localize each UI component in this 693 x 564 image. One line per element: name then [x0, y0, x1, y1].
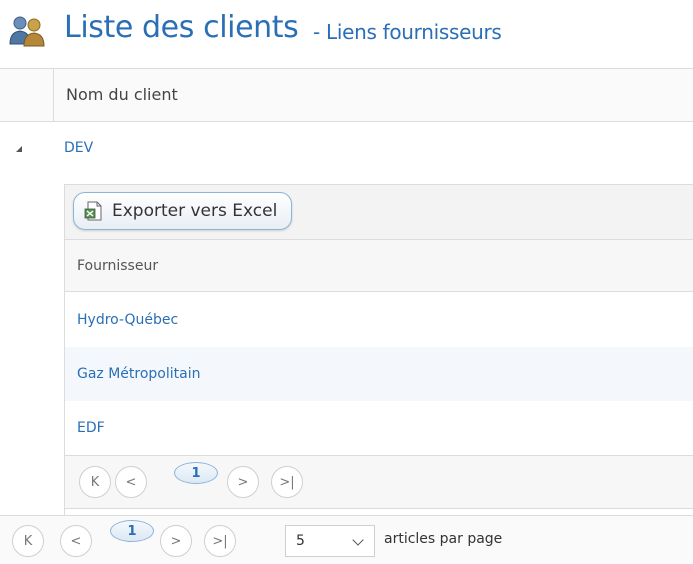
first-page-button[interactable]: K [12, 525, 44, 557]
page-header: Liste des clients - Liens fournisseurs [0, 0, 693, 66]
next-page-button[interactable]: > [160, 525, 192, 557]
table-row[interactable]: EDF [65, 401, 693, 455]
collapse-arrow-icon[interactable] [16, 146, 22, 152]
previous-page-button[interactable]: < [115, 466, 147, 498]
column-header-client-name[interactable]: Nom du client [53, 69, 693, 121]
detail-grid: Exporter vers Excel Fournisseur Hydro-Qu… [64, 184, 693, 515]
page-size-label: articles par page [384, 531, 503, 547]
last-page-button[interactable]: >| [204, 525, 236, 557]
page-size-value: 5 [296, 533, 305, 549]
detail-toolbar: Exporter vers Excel [65, 185, 693, 240]
group-row-dev[interactable]: DEV [64, 140, 93, 156]
detail-pager: K < 1 > >| [65, 455, 693, 509]
page-number-button[interactable]: 1 [174, 462, 218, 484]
export-excel-button[interactable]: Exporter vers Excel [73, 192, 293, 230]
page-subtitle: - Liens fournisseurs [313, 20, 502, 44]
excel-icon [84, 201, 102, 221]
first-page-button[interactable]: K [79, 466, 111, 498]
page-size-select[interactable]: 5 [285, 525, 375, 557]
users-icon [9, 16, 45, 47]
last-page-button[interactable]: >| [271, 466, 303, 498]
column-header-supplier[interactable]: Fournisseur [65, 240, 693, 292]
previous-page-button[interactable]: < [60, 525, 92, 557]
table-row[interactable]: Gaz Métropolitain [65, 347, 693, 401]
export-excel-label: Exporter vers Excel [112, 201, 278, 221]
page-title: Liste des clients [64, 10, 299, 45]
next-page-button[interactable]: > [227, 466, 259, 498]
table-row[interactable]: Hydro-Québec [65, 293, 693, 347]
page-number-button[interactable]: 1 [110, 520, 154, 542]
grid-header: Nom du client [0, 68, 693, 122]
chevron-down-icon [352, 534, 364, 546]
grid-pager: K < 1 > >| 5 articles par page [0, 515, 693, 564]
